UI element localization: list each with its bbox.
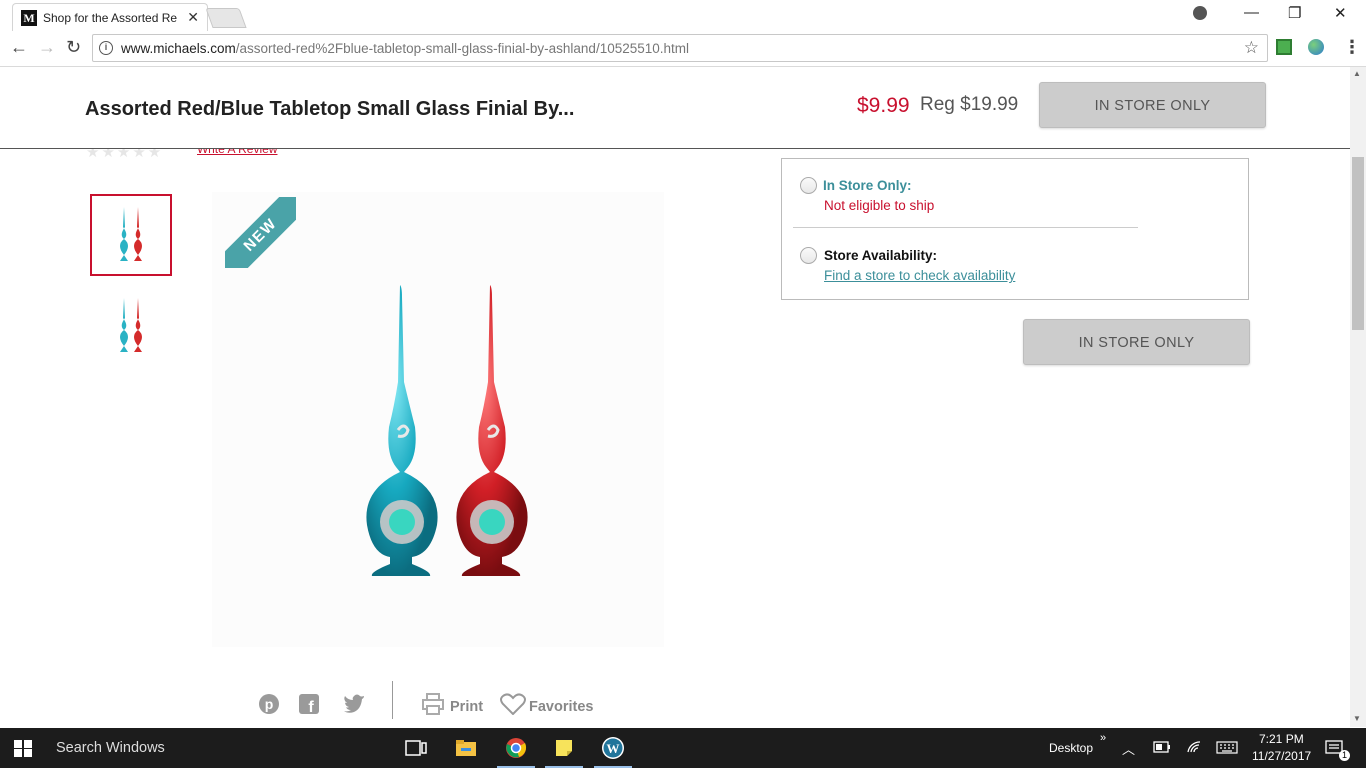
wordpress-icon[interactable]: W (590, 728, 636, 768)
pinterest-icon[interactable]: p (258, 693, 280, 721)
wifi-icon[interactable] (1186, 740, 1204, 757)
file-explorer-icon[interactable] (443, 728, 489, 768)
new-badge-label: NEW (240, 214, 281, 255)
options-divider (793, 227, 1138, 228)
finial-thumbnail-icon (120, 298, 142, 352)
browser-tab-strip: M Shop for the Assorted Re ✕ — ❐ ✕ (0, 0, 1366, 31)
sticky-product-header: Assorted Red/Blue Tabletop Small Glass F… (0, 67, 1350, 149)
in-store-only-button[interactable]: IN STORE ONLY (1023, 319, 1250, 365)
url-text[interactable]: www.michaels.com/assorted-red%2Fblue-tab… (121, 41, 689, 56)
show-hidden-icons-icon[interactable]: ︿ (1122, 739, 1135, 758)
svg-text:f: f (308, 699, 314, 715)
in-store-only-title: In Store Only: (823, 178, 912, 193)
regular-price: Reg $19.99 (920, 94, 1019, 115)
bookmark-star-icon[interactable]: ☆ (1244, 38, 1259, 58)
task-view-icon[interactable] (393, 728, 439, 768)
chrome-taskbar-icon[interactable] (493, 728, 539, 768)
reload-button[interactable]: ↻ (66, 37, 81, 58)
finial-thumbnail-icon (120, 207, 142, 261)
browser-toolbar: ← → ↻ i www.michaels.com/assorted-red%2F… (0, 31, 1366, 67)
clock-time[interactable]: 7:21 PM (1259, 732, 1304, 746)
svg-text:W: W (607, 741, 620, 756)
not-eligible-text: Not eligible to ship (824, 198, 935, 213)
back-button[interactable]: ← (10, 37, 28, 58)
restore-button[interactable]: ❐ (1288, 4, 1301, 22)
chrome-menu-icon[interactable]: ⋮ (1343, 37, 1361, 58)
site-info-icon[interactable]: i (99, 41, 113, 55)
print-link[interactable]: Print (450, 699, 483, 715)
url-path: /assorted-red%2Fblue-tabletop-small-glas… (235, 40, 690, 56)
find-store-link[interactable]: Find a store to check availability (824, 268, 1015, 283)
tab-title: Shop for the Assorted Re (43, 10, 178, 25)
globe-extension-icon[interactable] (1308, 39, 1324, 55)
sale-price: $9.99 (857, 94, 910, 117)
store-availability-title: Store Availability: (824, 248, 938, 263)
address-bar[interactable]: i www.michaels.com/assorted-red%2Fblue-t… (92, 34, 1268, 62)
new-tab-button[interactable] (205, 8, 247, 28)
url-domain: www.michaels.com (121, 40, 236, 56)
new-badge: NEW (225, 197, 296, 268)
clock-date[interactable]: 11/27/2017 (1252, 749, 1311, 763)
in-store-only-radio[interactable] (800, 177, 817, 194)
availability-options: In Store Only: Not eligible to ship Stor… (781, 158, 1249, 300)
scroll-up-arrow-icon[interactable]: ▲ (1353, 69, 1361, 78)
favorites-link[interactable]: Favorites (529, 699, 593, 715)
profile-icon[interactable] (1193, 6, 1207, 20)
forward-button[interactable]: → (38, 37, 56, 58)
facebook-icon[interactable]: f (298, 693, 320, 721)
sticky-notes-icon[interactable] (541, 728, 587, 768)
browser-tab[interactable]: M Shop for the Assorted Re ✕ (12, 3, 208, 31)
close-window-button[interactable]: ✕ (1334, 4, 1347, 22)
tab-close-icon[interactable]: ✕ (187, 9, 199, 26)
product-thumbnail-2[interactable] (90, 285, 172, 367)
desktop-toolbar-label[interactable]: Desktop (1049, 741, 1093, 755)
extension-icon[interactable] (1276, 39, 1292, 55)
scrollbar-thumb[interactable] (1352, 157, 1364, 330)
heart-icon[interactable] (500, 693, 526, 721)
page-viewport: Assorted Red/Blue Tabletop Small Glass F… (0, 67, 1350, 727)
michaels-favicon-icon: M (21, 9, 37, 26)
windows-taskbar: Search Windows W Desktop » ︿ 7:21 PM 11/… (0, 728, 1366, 768)
windows-search-box[interactable]: Search Windows (56, 740, 165, 756)
windows-start-icon[interactable] (14, 740, 32, 757)
keyboard-icon[interactable] (1216, 741, 1238, 757)
in-store-only-button-header[interactable]: IN STORE ONLY (1039, 82, 1266, 128)
minimize-button[interactable]: — (1244, 4, 1259, 21)
main-product-image[interactable]: NEW (212, 192, 664, 647)
battery-icon[interactable] (1153, 741, 1171, 756)
store-availability-radio[interactable] (800, 247, 817, 264)
scroll-down-arrow-icon[interactable]: ▼ (1353, 714, 1361, 723)
product-title: Assorted Red/Blue Tabletop Small Glass F… (85, 98, 575, 120)
product-thumbnail-1[interactable] (90, 194, 172, 276)
toolbar-chevron-icon[interactable]: » (1100, 732, 1106, 744)
notification-badge: 1 (1339, 750, 1350, 761)
svg-text:p: p (265, 696, 274, 712)
twitter-icon[interactable] (343, 693, 365, 719)
print-icon[interactable] (421, 693, 445, 721)
share-divider (392, 681, 393, 719)
